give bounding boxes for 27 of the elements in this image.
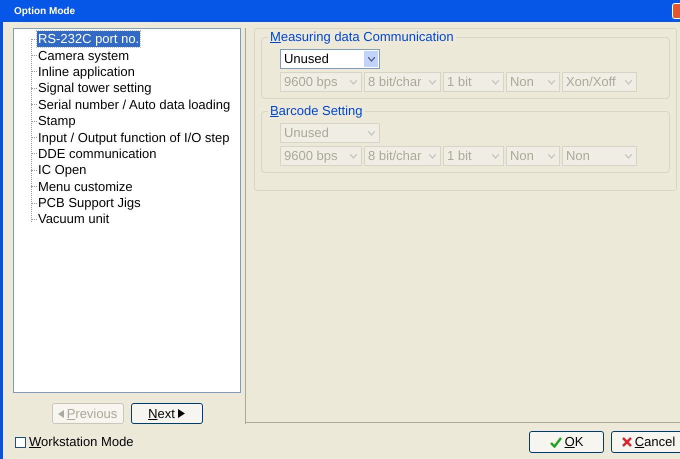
tree-item[interactable]: PCB Support Jigs (37, 195, 142, 212)
tree-item[interactable]: IC Open (37, 162, 88, 178)
tree-item[interactable]: Stamp (37, 113, 77, 130)
dropdown[interactable]: Unused (280, 49, 380, 69)
tree-item[interactable]: Menu customize (37, 178, 134, 195)
tree-item[interactable]: RS-232C port no. (37, 31, 140, 48)
checkmark-icon (550, 436, 562, 448)
tree-item[interactable]: Camera system (37, 48, 130, 64)
checkbox-label: Workstation Mode (29, 433, 134, 452)
group-title: Barcode Setting (268, 103, 365, 119)
tree-item[interactable]: Vacuum unit (37, 211, 110, 228)
checkbox[interactable] (15, 436, 26, 448)
right-triangle-icon (178, 409, 185, 418)
caret-icon (364, 51, 378, 67)
tree-item[interactable]: Input / Output function of I/O step (37, 130, 231, 146)
next-button[interactable]: Next (130, 403, 202, 424)
tree-item[interactable]: DDE communication (37, 146, 158, 162)
cross-icon (622, 437, 632, 447)
left-triangle-icon (58, 410, 64, 418)
ok-button[interactable]: OK (529, 431, 604, 453)
tree-item[interactable]: Signal tower setting (37, 80, 152, 96)
close-button[interactable] (672, 3, 680, 19)
cancel-button[interactable]: Cancel (611, 431, 680, 453)
tree-item[interactable]: Inline application (37, 64, 136, 80)
window-title: Option Mode (14, 4, 76, 18)
group-title: Measuring data Communication (268, 29, 456, 45)
tree-item[interactable]: Serial number / Auto data loading (37, 96, 232, 113)
